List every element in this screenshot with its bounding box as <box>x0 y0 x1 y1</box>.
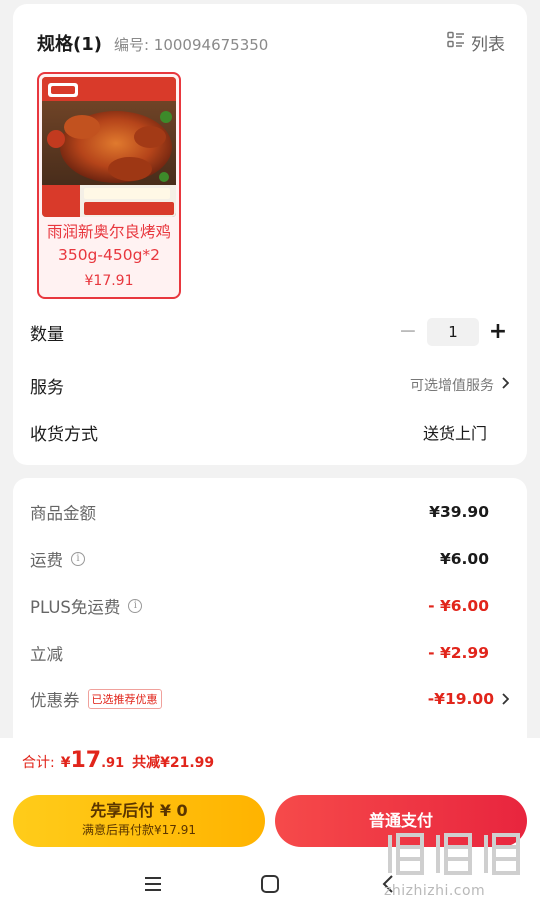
delivery-row[interactable]: 收货方式 送货上门 <box>30 418 509 446</box>
list-view-toggle[interactable]: 列表 <box>447 30 505 55</box>
chevron-right-icon <box>502 377 510 393</box>
pay-later-subtitle: 满意后再付款¥17.91 <box>82 823 196 837</box>
coupon-row[interactable]: 优惠券 已选推荐优惠 -¥19.00 <box>30 686 510 712</box>
discount-label: 立减 <box>30 645 63 664</box>
product-image <box>42 77 176 217</box>
goods-amount-row: 商品金额 ¥39.90 <box>30 499 509 525</box>
menu-icon[interactable] <box>141 872 165 896</box>
product-price: ¥17.91 <box>84 273 134 289</box>
increase-button[interactable]: + <box>487 321 509 343</box>
goods-amount-value: ¥39.90 <box>429 503 489 521</box>
quantity-stepper: − 1 + <box>397 318 509 346</box>
coupon-tag-badge: 已选推荐优惠 <box>87 689 162 709</box>
total-label: 合计: <box>22 755 55 771</box>
pay-later-title: 先享后付 ¥ 0 <box>90 801 188 820</box>
spec-option-tile[interactable]: 雨润新奥尔良烤鸡350g-450g*2 ¥17.91 <box>37 72 181 299</box>
discount-value: - ¥2.99 <box>428 644 489 662</box>
instant-discount-row: 立减 - ¥2.99 <box>30 640 509 666</box>
price-breakdown-card: 商品金额 ¥39.90 运费 i ¥6.00 PLUS免运费 i - ¥6.00… <box>13 478 527 738</box>
plus-label-group: PLUS免运费 i <box>30 594 143 618</box>
info-icon[interactable]: i <box>128 599 143 613</box>
total-integer: 17 <box>70 748 102 773</box>
total-currency: ¥ <box>60 755 71 771</box>
quantity-row: 数量 − 1 + <box>30 318 509 346</box>
freight-row: 运费 i ¥6.00 <box>30 546 509 572</box>
quantity-label: 数量 <box>30 324 64 345</box>
freight-label: 运费 <box>30 551 63 570</box>
freight-value: ¥6.00 <box>439 550 489 568</box>
list-label: 列表 <box>471 35 505 55</box>
service-selector[interactable]: 可选增值服务 <box>410 375 510 395</box>
spec-header: 规格(1) 编号: 100094675350 <box>37 30 268 56</box>
list-icon <box>447 31 471 54</box>
freight-label-group: 运费 i <box>30 547 85 571</box>
total-saved: 共减¥21.99 <box>132 755 215 771</box>
pay-later-button[interactable]: 先享后付 ¥ 0 满意后再付款¥17.91 <box>13 795 265 847</box>
total-summary: 合计: ¥ 17 .91 共减¥21.99 <box>22 748 214 773</box>
delivery-label: 收货方式 <box>30 424 98 445</box>
product-number: 编号: 100094675350 <box>113 36 269 54</box>
coupon-label: 优惠券 <box>30 691 80 710</box>
spec-card: 规格(1) 编号: 100094675350 列表 雨润新奥尔良烤鸡350g-4… <box>13 4 527 465</box>
delivery-value[interactable]: 送货上门 <box>423 420 487 444</box>
watermark-text: zhizhizhi.com <box>384 883 486 899</box>
decrease-button[interactable]: − <box>397 321 419 343</box>
plus-value: - ¥6.00 <box>428 597 489 615</box>
product-name: 雨润新奥尔良烤鸡350g-450g*2 <box>46 223 171 264</box>
coupon-value: -¥19.00 <box>427 690 494 708</box>
info-icon[interactable]: i <box>71 552 85 566</box>
coupon-selector[interactable]: -¥19.00 <box>427 690 510 709</box>
spec-title: 规格(1) <box>37 34 102 55</box>
plus-label: PLUS免运费 <box>30 598 121 617</box>
service-value: 可选增值服务 <box>410 378 494 394</box>
service-label: 服务 <box>30 377 64 398</box>
coupon-label-group: 优惠券 已选推荐优惠 <box>30 687 162 711</box>
watermark: zhizhizhi.com <box>384 829 534 909</box>
chevron-right-icon <box>502 690 510 709</box>
home-icon[interactable] <box>258 872 282 896</box>
quantity-input[interactable]: 1 <box>427 318 479 346</box>
plus-free-shipping-row: PLUS免运费 i - ¥6.00 <box>30 593 509 619</box>
watermark-logo <box>384 829 534 877</box>
total-decimal: .91 <box>101 756 125 771</box>
goods-amount-label: 商品金额 <box>30 504 96 523</box>
service-row[interactable]: 服务 可选增值服务 <box>30 371 510 399</box>
